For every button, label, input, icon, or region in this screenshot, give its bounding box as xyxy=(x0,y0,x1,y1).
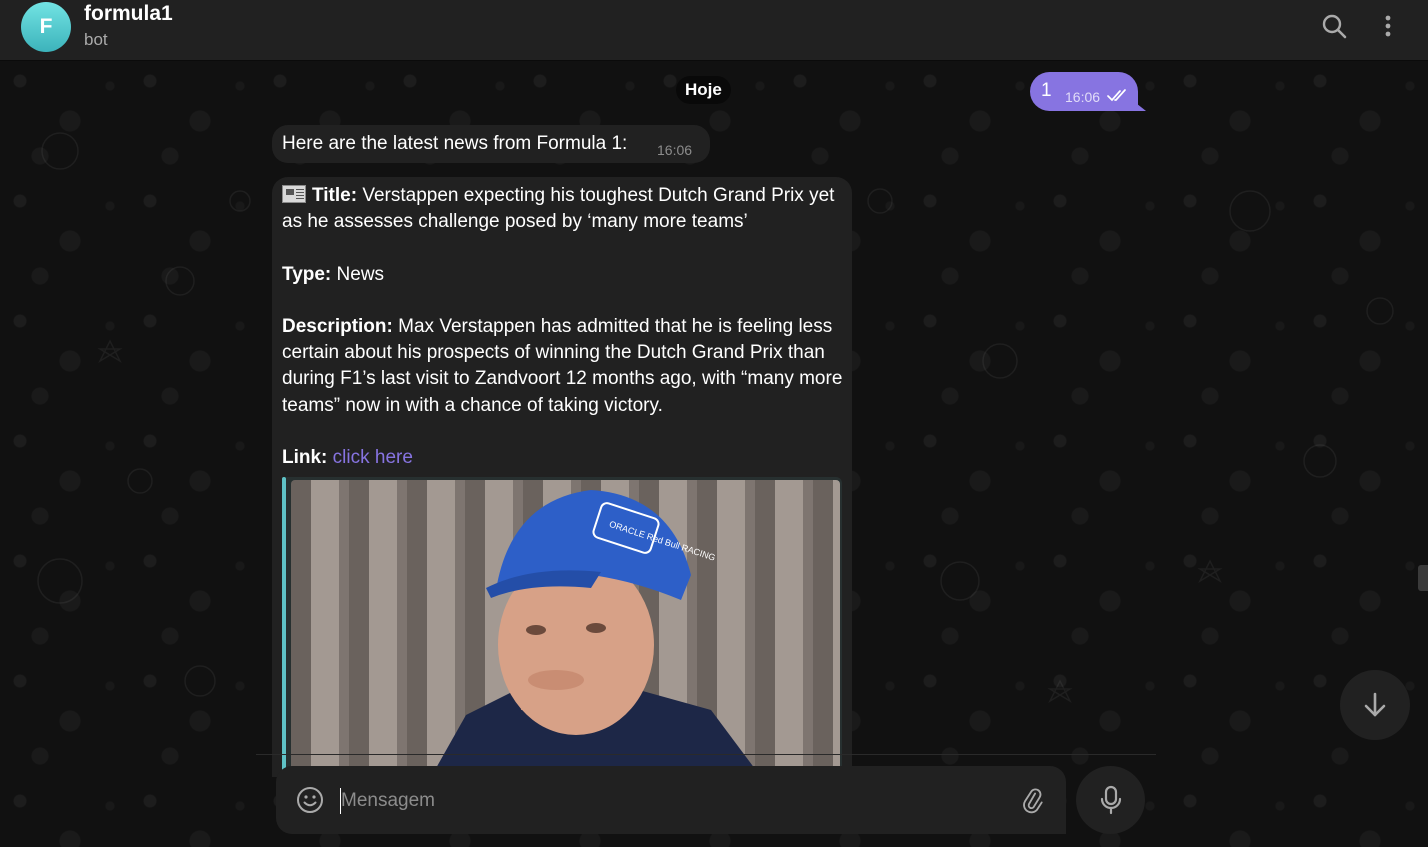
microphone-icon xyxy=(1100,785,1121,815)
search-icon[interactable] xyxy=(1320,12,1348,40)
arrow-down-icon xyxy=(1364,692,1386,717)
message-composer xyxy=(276,766,1066,834)
date-separator: Hoje xyxy=(676,76,731,104)
emoji-icon[interactable] xyxy=(296,786,324,814)
microphone-button[interactable] xyxy=(1076,766,1145,834)
scroll-to-bottom-button[interactable] xyxy=(1340,670,1410,740)
chat-header: F formula1 bot xyxy=(0,0,1428,61)
double-check-icon xyxy=(1107,89,1131,108)
composer-divider xyxy=(256,754,1156,755)
link-label: Link: xyxy=(282,446,328,468)
chat-subtitle: bot xyxy=(84,30,108,49)
news-title: Verstappen expecting his toughest Dutch … xyxy=(282,185,835,233)
message-input[interactable] xyxy=(341,788,981,814)
message-time: 16:06 xyxy=(657,142,693,158)
message-time: 16:06 xyxy=(1065,89,1101,105)
news-message[interactable]: Title: Verstappen expecting his toughest… xyxy=(272,177,852,777)
message-text: Here are the latest news from Formula 1: xyxy=(282,133,628,154)
link-preview[interactable]: ORACLE Red Bull RACING xyxy=(282,477,842,777)
news-body: Title: Verstappen expecting his toughest… xyxy=(282,183,848,497)
news-link[interactable]: click here xyxy=(333,447,413,468)
scrollbar-handle[interactable] xyxy=(1418,565,1428,591)
preview-accent-bar xyxy=(282,477,286,777)
chat-title[interactable]: formula1 xyxy=(84,2,173,26)
newspaper-icon xyxy=(282,185,306,203)
description-label: Description: xyxy=(282,315,393,337)
title-label: Title: xyxy=(312,185,358,206)
news-type: News xyxy=(336,263,385,285)
paperclip-icon[interactable] xyxy=(1018,786,1046,814)
more-vertical-icon[interactable] xyxy=(1374,12,1402,40)
preview-image[interactable]: ORACLE Red Bull RACING xyxy=(291,480,840,777)
outgoing-message[interactable]: 1 16:06 xyxy=(1030,72,1138,111)
incoming-message[interactable]: Here are the latest news from Formula 1:… xyxy=(272,125,710,163)
message-text: 1 xyxy=(1041,80,1052,101)
avatar[interactable]: F xyxy=(21,2,71,52)
type-label: Type: xyxy=(282,263,332,285)
